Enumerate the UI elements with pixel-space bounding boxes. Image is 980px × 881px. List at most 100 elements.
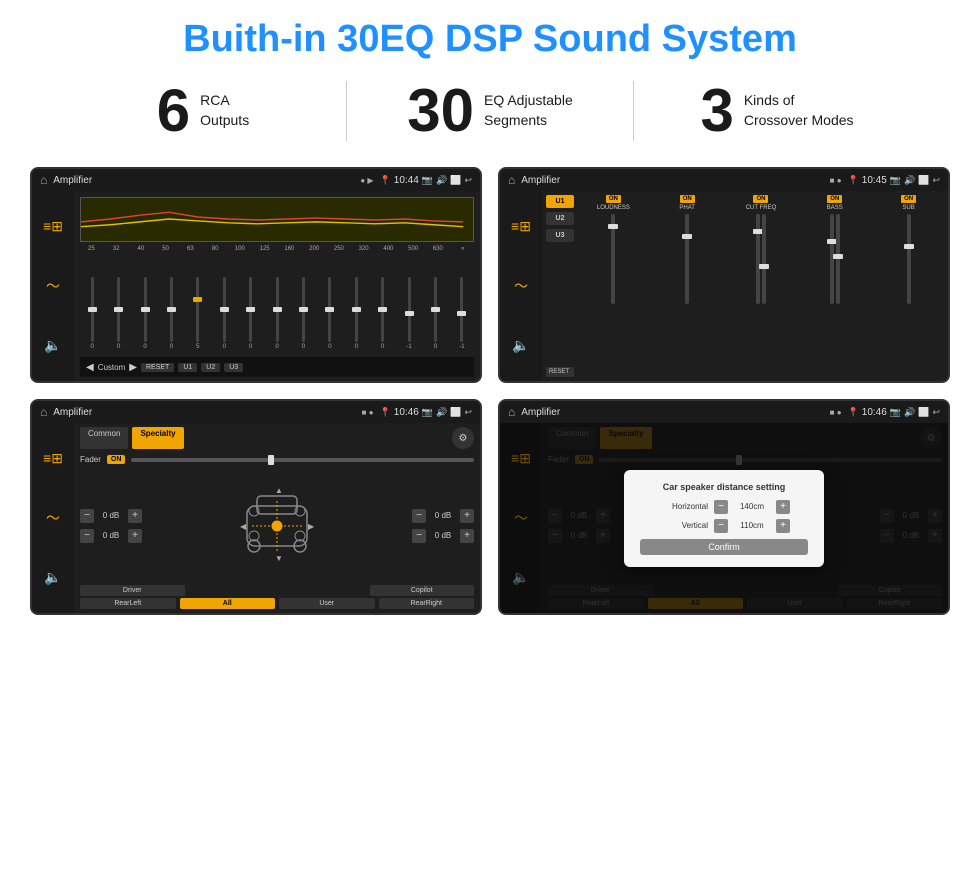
u3-button[interactable]: U3 — [224, 363, 243, 372]
db-fl-plus[interactable]: + — [128, 509, 142, 523]
back-icon-3: ↩ — [464, 407, 472, 418]
crossover-status-bar: ⌂ Amplifier ■ ● 📍 10:45 📷 🔊 ⬜ ↩ — [500, 169, 948, 191]
db-control-rr: − 0 dB + — [412, 529, 474, 543]
preset-u2[interactable]: U2 — [546, 212, 574, 225]
eq-sliders: 0 0 0 0 5 — [80, 255, 474, 357]
back-icon: ↩ — [464, 175, 472, 186]
eq-screen-body: ≡⊞ 〜 🔈 25 32 40 50 63 — [32, 191, 480, 381]
eq-bottom-bar: ◀ Custom ▶ RESET U1 U2 U3 — [80, 357, 474, 377]
wave-icon-3: 〜 — [46, 508, 60, 528]
window-icon-2: ⬜ — [918, 175, 929, 186]
eq-slider-8: 0 — [291, 277, 315, 357]
wave-icon-2: 〜 — [514, 276, 528, 296]
specialty-bottom-buttons: Driver Copilot — [80, 585, 474, 596]
play-button[interactable]: ▶ — [129, 362, 137, 373]
settings-icon[interactable]: ⚙ — [452, 427, 474, 449]
dialog-screen-body: ≡⊞ 〜 🔈 Common Specialty ⚙ Fader ON — [500, 423, 948, 613]
fader-slider[interactable] — [131, 458, 474, 462]
all-button[interactable]: All — [180, 598, 276, 609]
eq-icon: ≡⊞ — [43, 218, 63, 235]
specialty-main-content: Common Specialty ⚙ Fader ON — [74, 423, 480, 613]
distance-dialog: Car speaker distance setting Horizontal … — [624, 470, 824, 567]
window-icon: ⬜ — [450, 175, 461, 186]
left-db-controls: − 0 dB + − 0 dB + — [80, 470, 142, 581]
eq-side-icons: ≡⊞ 〜 🔈 — [32, 191, 74, 381]
db-rl-minus[interactable]: − — [80, 529, 94, 543]
camera-icon-2: 📷 — [890, 175, 901, 186]
eq-dot-icons: ● ▶ — [360, 176, 373, 185]
eq-slider-4: 5 — [186, 277, 210, 357]
confirm-button[interactable]: Confirm — [640, 539, 808, 555]
preset-u1[interactable]: U1 — [546, 195, 574, 208]
tab-specialty[interactable]: Specialty — [132, 427, 183, 449]
volume-icon-3: 🔊 — [436, 407, 447, 418]
driver-button[interactable]: Driver — [80, 585, 185, 596]
db-rl-plus[interactable]: + — [128, 529, 142, 543]
eq-slider-11: 0 — [370, 277, 394, 357]
stat-rca: 6 RCA Outputs — [60, 81, 346, 141]
u2-button[interactable]: U2 — [201, 363, 220, 372]
eq-screen-title: Amplifier — [53, 175, 354, 186]
horizontal-value: 140cm — [734, 502, 770, 511]
eq-freq-labels: 25 32 40 50 63 80 100 125 160 200 250 32… — [80, 246, 474, 252]
stat-eq: 30 EQ Adjustable Segments — [347, 81, 633, 141]
crossover-dot-icons: ■ ● — [830, 176, 842, 185]
stat-crossover: 3 Kinds of Crossover Modes — [634, 81, 920, 141]
dialog-status-icons: 📍 10:46 📷 🔊 ⬜ ↩ — [848, 407, 940, 418]
db-rr-minus[interactable]: − — [412, 529, 426, 543]
eq-slider-1: 0 — [106, 277, 130, 357]
eq-slider-14: -1 — [450, 277, 474, 357]
page-title: Buith-in 30EQ DSP Sound System — [0, 0, 980, 71]
rearleft-button[interactable]: RearLeft — [80, 598, 176, 609]
dialog-dot-icons: ■ ● — [830, 408, 842, 417]
speaker-icon-3: 🔈 — [44, 569, 61, 586]
copilot-button[interactable]: Copilot — [370, 585, 475, 596]
prev-button[interactable]: ◀ — [86, 362, 94, 373]
crossover-time: 10:45 — [862, 175, 887, 186]
eq-slider-0: 0 — [80, 277, 104, 357]
eq-slider-9: 0 — [318, 277, 342, 357]
home-icon: ⌂ — [40, 173, 47, 187]
tab-common[interactable]: Common — [80, 427, 128, 449]
vertical-plus-button[interactable]: + — [776, 519, 790, 533]
home-icon-2: ⌂ — [508, 173, 515, 187]
speaker-icon-2: 🔈 — [512, 337, 529, 354]
horizontal-plus-button[interactable]: + — [776, 500, 790, 514]
crossover-reset[interactable]: RESET — [546, 367, 574, 377]
db-fr-plus[interactable]: + — [460, 509, 474, 523]
eq-graph — [80, 197, 474, 242]
specialty-status-icons: 📍 10:46 📷 🔊 ⬜ ↩ — [380, 407, 472, 418]
reset-button[interactable]: RESET — [141, 363, 174, 372]
dialog-screen-title: Amplifier — [521, 407, 823, 418]
stat-eq-text: EQ Adjustable Segments — [484, 91, 573, 130]
svg-text:▼: ▼ — [275, 554, 283, 563]
eq-slider-5: 0 — [212, 277, 236, 357]
dialog-status-bar: ⌂ Amplifier ■ ● 📍 10:46 📷 🔊 ⬜ ↩ — [500, 401, 948, 423]
specialty-tabs: Common Specialty ⚙ — [80, 427, 474, 449]
db-fl-minus[interactable]: − — [80, 509, 94, 523]
channel-phat: ON PHAT — [652, 195, 723, 304]
location-icon-3: 📍 — [380, 407, 391, 418]
rearright-button[interactable]: RearRight — [379, 598, 475, 609]
preset-u3[interactable]: U3 — [546, 229, 574, 242]
svg-text:◀: ◀ — [240, 522, 247, 531]
window-icon-4: ⬜ — [918, 407, 929, 418]
horizontal-minus-button[interactable]: − — [714, 500, 728, 514]
speaker-icon: 🔈 — [44, 337, 61, 354]
eq-time: 10:44 — [394, 175, 419, 186]
crossover-channels: ON LOUDNESS ON PHAT — [578, 195, 944, 377]
crossover-screen-body: ≡⊞ 〜 🔈 U1 U2 U3 RESET ON — [500, 191, 948, 381]
db-rr-plus[interactable]: + — [460, 529, 474, 543]
wave-icon: 〜 — [46, 276, 60, 296]
eq-status-bar: ⌂ Amplifier ● ▶ 📍 10:44 📷 🔊 ⬜ ↩ — [32, 169, 480, 191]
channel-loudness: ON LOUDNESS — [578, 195, 649, 304]
eq-slider-6: 0 — [238, 277, 262, 357]
speaker-layout: − 0 dB + − 0 dB + — [80, 470, 474, 581]
vertical-minus-button[interactable]: − — [714, 519, 728, 533]
u1-button[interactable]: U1 — [178, 363, 197, 372]
user-button[interactable]: User — [279, 598, 375, 609]
eq-slider-10: 0 — [344, 277, 368, 357]
svg-text:▶: ▶ — [308, 522, 315, 531]
db-fr-minus[interactable]: − — [412, 509, 426, 523]
specialty-screen-body: ≡⊞ 〜 🔈 Common Specialty ⚙ Fader ON — [32, 423, 480, 613]
